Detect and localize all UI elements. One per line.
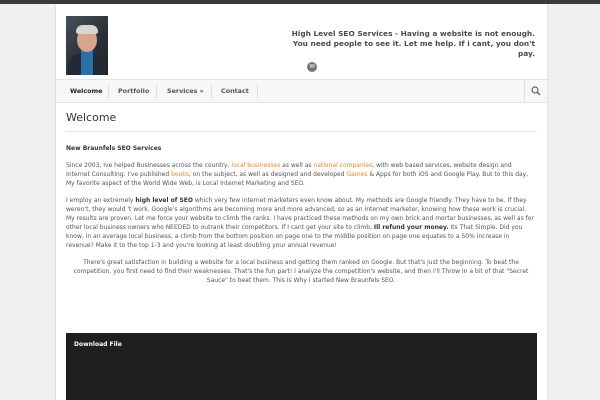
avatar xyxy=(66,16,108,75)
national-companies-link[interactable]: national companies xyxy=(313,162,372,169)
bold-text: high level of SEO xyxy=(135,197,193,204)
section-subheading: New Braunfels SEO Services xyxy=(66,145,162,152)
nav-divider xyxy=(156,84,157,98)
seo-paragraph: I employ an extremely high level of SEO … xyxy=(66,196,536,250)
nav-item-portfolio[interactable]: Portfolio xyxy=(118,80,149,102)
closing-paragraph: There's great satisfaction in building a… xyxy=(73,259,529,284)
nav-item-services[interactable]: Services » xyxy=(167,80,204,102)
page-title: Welcome xyxy=(66,111,117,124)
title-divider xyxy=(66,131,537,132)
search-button[interactable] xyxy=(524,80,547,102)
nav-divider xyxy=(211,84,212,98)
nav-item-welcome[interactable]: Welcome xyxy=(70,80,103,102)
local-businesses-link[interactable]: local businesses xyxy=(231,162,280,169)
header-tagline: High Level SEO Services - Having a websi… xyxy=(291,29,535,58)
intro-paragraph: Since 2003, Ive helped Businesses across… xyxy=(66,161,536,188)
text-span: I employ an extremely xyxy=(66,197,136,204)
download-panel: Download File xyxy=(66,333,537,400)
books-link[interactable]: books xyxy=(171,171,189,178)
text-span: , on the subject, as well as designed an… xyxy=(188,171,347,178)
page-container: High Level SEO Services - Having a websi… xyxy=(55,4,548,400)
text-span: Since 2003, Ive helped Businesses across… xyxy=(66,162,232,169)
bold-text: Ill refund your money. xyxy=(373,224,449,231)
main-nav: Welcome Portfolio Services » Contact xyxy=(56,79,547,103)
nav-item-contact[interactable]: Contact xyxy=(221,80,249,102)
main-content: New Braunfels SEO Services Since 2003, I… xyxy=(66,144,536,293)
email-icon[interactable]: ✉ xyxy=(307,62,317,72)
nav-divider xyxy=(257,84,258,98)
nav-divider xyxy=(108,84,109,98)
download-file-label[interactable]: Download File xyxy=(74,341,122,348)
text-span: as well as xyxy=(280,162,314,169)
games-link[interactable]: Games xyxy=(346,171,367,178)
search-icon xyxy=(531,86,541,96)
